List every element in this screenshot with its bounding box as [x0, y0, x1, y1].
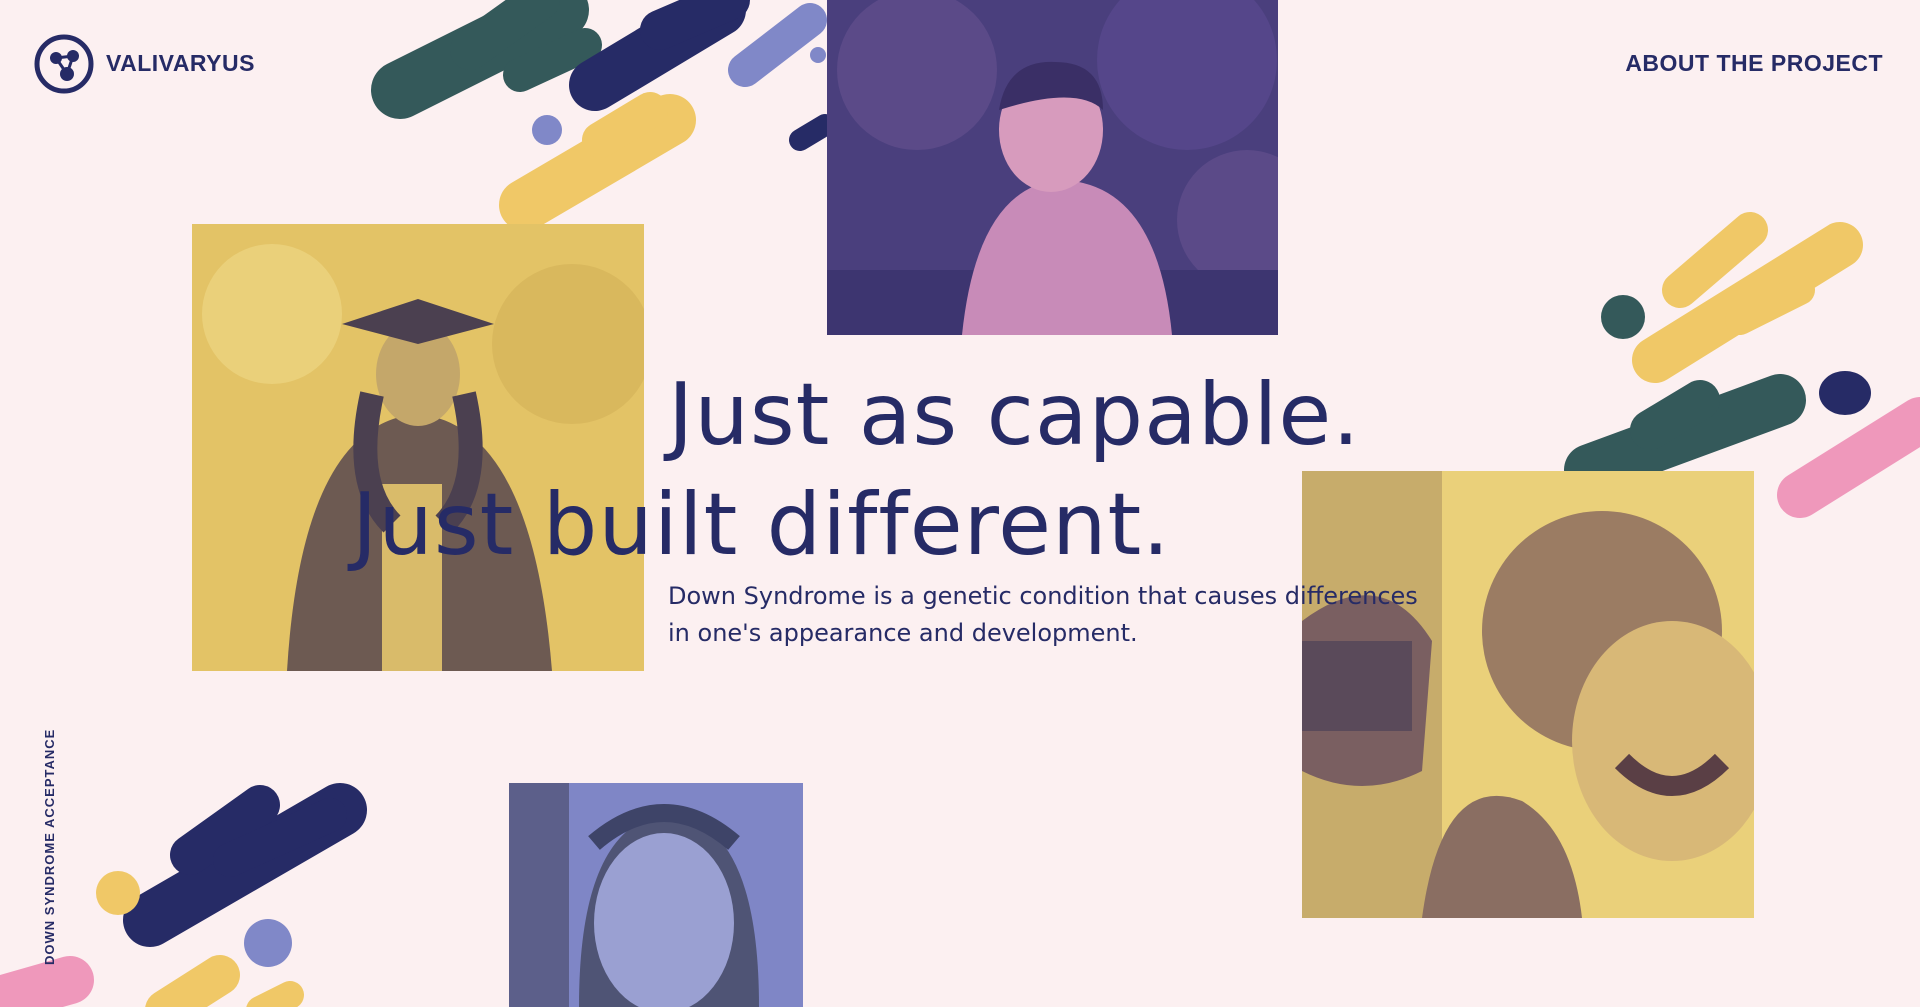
brand-name[interactable]: VALIVARYUS — [106, 50, 255, 77]
about-project-link[interactable]: ABOUT THE PROJECT — [1625, 50, 1883, 77]
photo-girl-flower-crown — [509, 783, 803, 1007]
hero-description: Down Syndrome is a genetic condition tha… — [668, 578, 1488, 652]
hero-headline-line2: Just built different. — [352, 475, 1171, 575]
photo-child-laughing — [1302, 471, 1754, 918]
hero-headline-line1: Just as capable. — [668, 365, 1361, 465]
hero-description-line2: in one's appearance and development. — [668, 619, 1138, 647]
hero-description-line1: Down Syndrome is a genetic condition tha… — [668, 582, 1418, 610]
side-label: DOWN SYNDROME ACCEPTANCE — [42, 728, 57, 965]
photo-graduate — [192, 224, 644, 671]
molecule-logo-icon[interactable] — [34, 34, 94, 94]
photo-boy-smiling — [827, 0, 1278, 335]
